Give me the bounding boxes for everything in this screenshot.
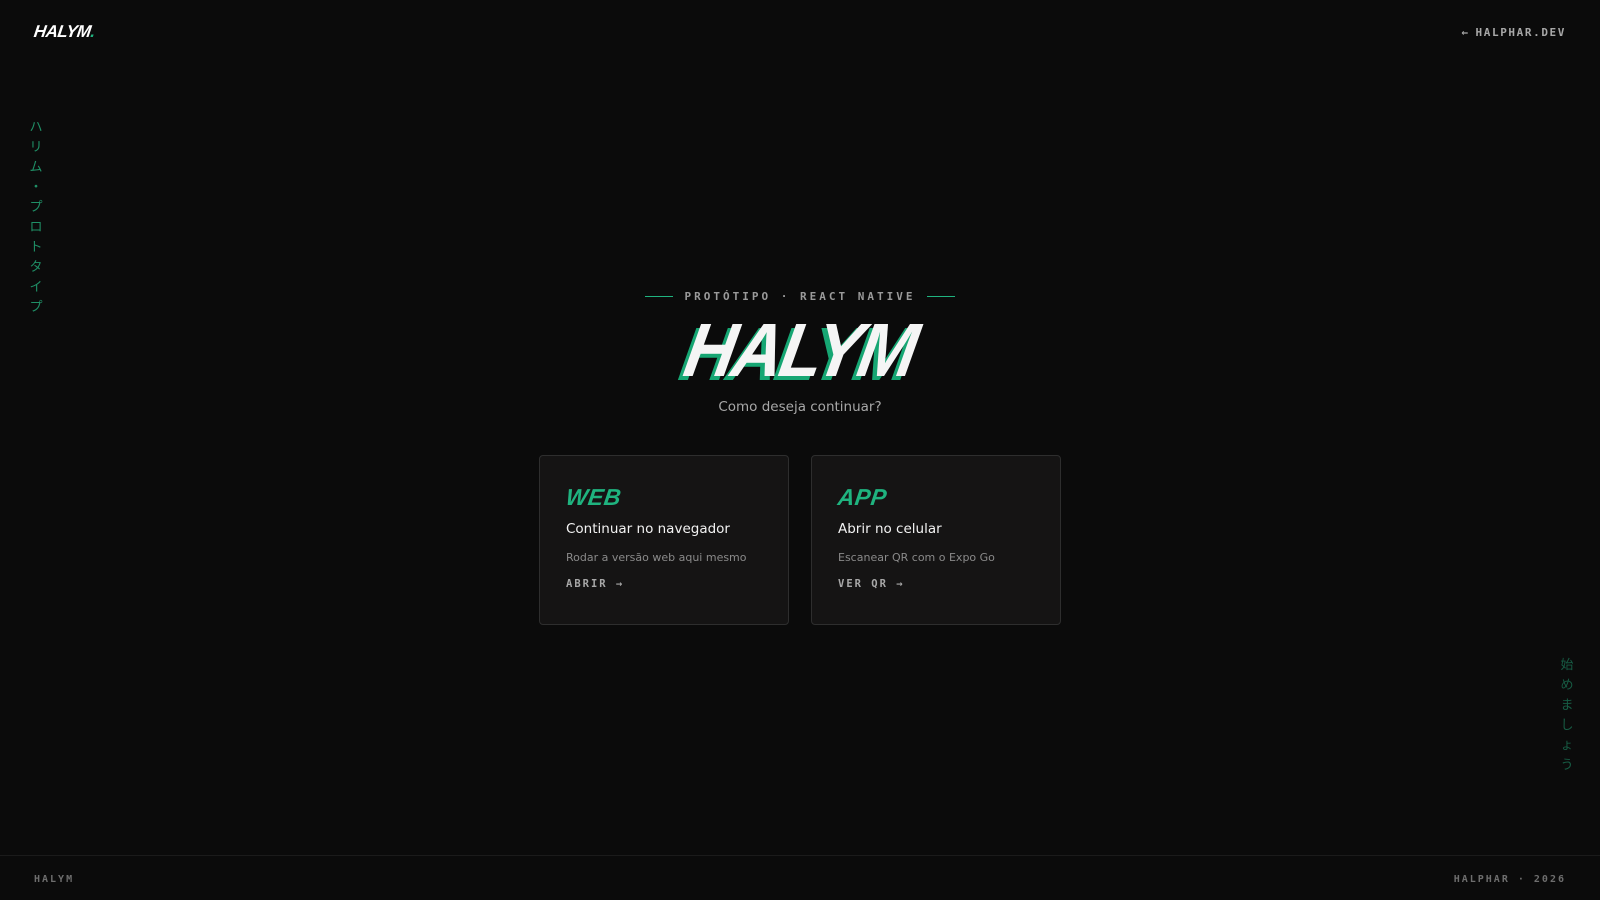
vertical-char: ム	[29, 160, 43, 175]
open-web-link[interactable]: ABRIR →	[566, 578, 762, 590]
hero-title: HALYM	[678, 307, 922, 393]
brand-logo[interactable]: HALYM.	[33, 22, 97, 42]
card-title: Continuar no navegador	[566, 521, 730, 537]
vertical-katakana-left: ハ リ ム ・ プ ロ ト タ イ プ	[29, 118, 43, 318]
back-link-label: HALPHAR.DEV	[1475, 26, 1566, 39]
back-to-halphar-link[interactable]: ← HALPHAR.DEV	[1461, 26, 1566, 39]
vertical-japanese-right: 始 め ま し ょ う	[1560, 656, 1574, 776]
vertical-char: ロ	[29, 220, 43, 235]
arrow-left-icon: ←	[1461, 26, 1470, 39]
card-title: Abrir no celular	[838, 521, 942, 537]
eyebrow-line-left	[644, 296, 673, 297]
vertical-char: め	[1560, 678, 1574, 693]
brand-logo-text: HALYM	[32, 22, 93, 41]
hero: PROTÓTIPO · REACT NATIVE HALYM Como dese…	[0, 290, 1600, 415]
card-description: Escanear QR com o Expo Go	[838, 551, 995, 564]
vertical-char: し	[1560, 718, 1574, 733]
vertical-char: ハ	[29, 120, 43, 135]
view-qr-link[interactable]: VER QR →	[838, 578, 1034, 590]
card-tag: WEB	[564, 484, 624, 510]
eyebrow-line-right	[927, 296, 956, 297]
app-option-card[interactable]: APP Abrir no celular Escanear QR com o E…	[811, 455, 1061, 625]
top-bar: HALYM. ← HALPHAR.DEV	[0, 0, 1600, 66]
vertical-char: う	[1560, 758, 1574, 773]
vertical-char: ト	[29, 240, 43, 255]
vertical-char: ょ	[1560, 738, 1574, 753]
vertical-char: ・	[29, 180, 43, 195]
footer: HALYM HALPHAR · 2026	[0, 855, 1600, 900]
card-description: Rodar a versão web aqui mesmo	[566, 551, 747, 564]
hero-title-wrap: HALYM	[678, 308, 922, 392]
vertical-char: プ	[29, 200, 43, 215]
hero-subtitle: Como deseja continuar?	[718, 399, 882, 415]
eyebrow-text: PROTÓTIPO · REACT NATIVE	[684, 290, 916, 303]
vertical-char: 始	[1560, 658, 1574, 673]
vertical-char: タ	[29, 260, 43, 275]
eyebrow: PROTÓTIPO · REACT NATIVE	[644, 290, 956, 303]
vertical-char: リ	[29, 140, 43, 155]
vertical-char: ま	[1560, 698, 1574, 713]
web-option-card[interactable]: WEB Continuar no navegador Rodar a versã…	[539, 455, 789, 625]
card-tag: APP	[836, 484, 889, 510]
footer-brand: HALYM	[34, 874, 75, 885]
option-cards: WEB Continuar no navegador Rodar a versã…	[539, 455, 1061, 625]
footer-copyright: HALPHAR · 2026	[1453, 874, 1566, 885]
